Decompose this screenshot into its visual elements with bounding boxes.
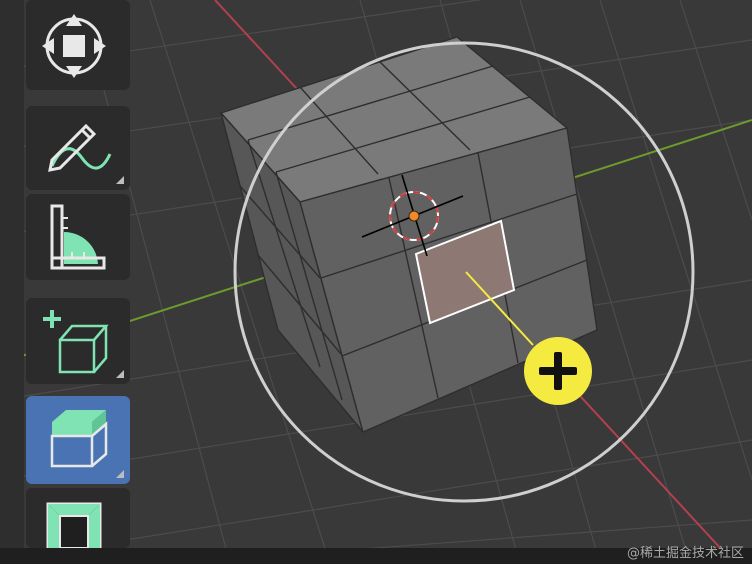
submenu-indicator-icon — [116, 176, 124, 184]
ruler-measure-icon — [50, 204, 106, 270]
tool-add-cube[interactable] — [26, 298, 130, 384]
tool-annotate[interactable] — [26, 106, 130, 190]
add-cube-icon — [43, 310, 109, 374]
submenu-indicator-icon — [116, 370, 124, 378]
extrude-region-icon — [50, 410, 108, 468]
submenu-indicator-icon — [116, 470, 124, 478]
watermark-text: @稀土掘金技术社区 — [626, 546, 744, 561]
tool-extrude-region[interactable] — [26, 396, 130, 484]
tool-inset-faces[interactable] — [26, 488, 130, 548]
tool-measure[interactable] — [26, 194, 130, 280]
left-edge-strip — [0, 0, 24, 564]
pencil-annotate-icon — [48, 123, 112, 172]
move-arrows-icon — [42, 14, 106, 78]
extrude-handle[interactable] — [524, 337, 592, 405]
inset-faces-icon — [46, 502, 102, 548]
tool-move[interactable] — [26, 0, 130, 90]
